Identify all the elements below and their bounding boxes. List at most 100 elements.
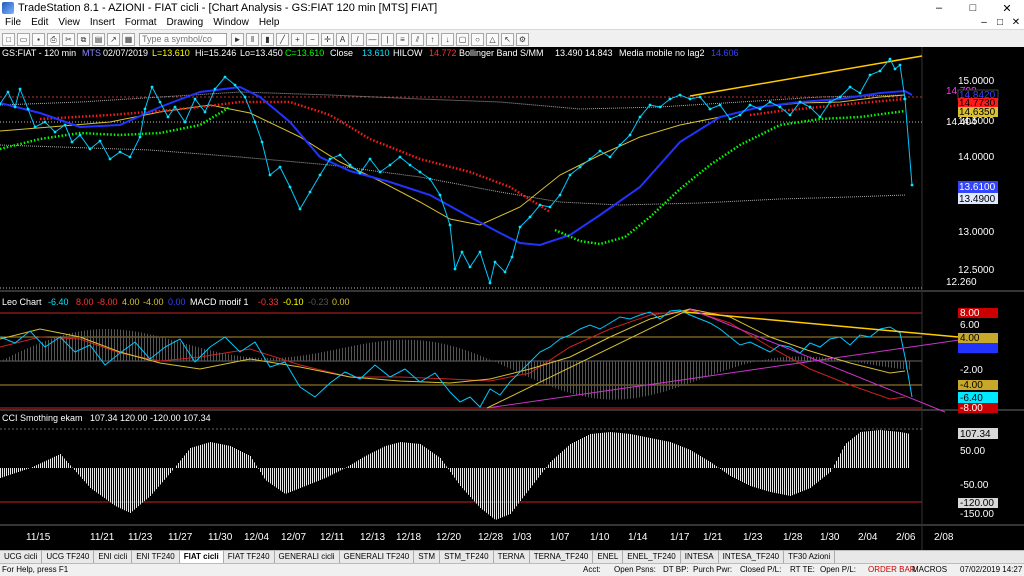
line-icon[interactable]: ╱ — [276, 32, 289, 46]
tab-tf30-azioni[interactable]: TF30 Azioni — [784, 551, 836, 563]
tab-enel[interactable]: ENEL — [593, 551, 624, 563]
cci-bar — [604, 432, 605, 468]
new-document-icon[interactable]: □ — [2, 32, 15, 46]
zoom-in-icon[interactable]: + — [291, 32, 304, 46]
chart-icon[interactable]: ↗ — [107, 32, 120, 46]
workspace-tabs: UCG cicli UCG TF240 ENI cicli ENI TF240 … — [0, 550, 1024, 563]
macd-bar — [456, 347, 457, 361]
status-order-bar[interactable]: ORDER BAR — [868, 564, 916, 576]
symbol-input[interactable] — [139, 32, 227, 46]
cci-bar — [252, 459, 253, 468]
macd-bar — [513, 361, 514, 371]
tab-stm[interactable]: STM — [414, 551, 441, 563]
cci-bar — [188, 450, 189, 468]
price-header-high: Hi=15.246 — [195, 48, 236, 58]
macd-bar — [384, 340, 385, 361]
channel-icon[interactable]: ⫽ — [411, 32, 424, 46]
price-dot — [268, 173, 272, 177]
maximize-button[interactable]: □ — [956, 0, 990, 16]
candles-icon[interactable]: ▮ — [261, 32, 274, 46]
pointer-icon[interactable]: ↖ — [501, 32, 514, 46]
rect-icon[interactable]: ▢ — [456, 32, 469, 46]
bars-icon[interactable]: ‖ — [246, 32, 259, 46]
cci-bar — [484, 468, 485, 512]
zoom-out-icon[interactable]: − — [306, 32, 319, 46]
cci-bar — [48, 459, 49, 468]
close-button[interactable]: ✕ — [990, 0, 1024, 16]
cci-bar — [752, 468, 753, 487]
go-icon[interactable]: ► — [231, 32, 244, 46]
tab-ucg-tf240[interactable]: UCG TF240 — [42, 551, 95, 563]
tab-terna[interactable]: TERNA — [494, 551, 530, 563]
tab-stm-tf240[interactable]: STM_TF240 — [440, 551, 494, 563]
tab-eni-tf240[interactable]: ENI TF240 — [132, 551, 180, 563]
copy-icon[interactable]: ⧉ — [77, 32, 90, 46]
cci-bar — [46, 460, 47, 468]
tab-fiat-cicli[interactable]: FIAT cicli — [179, 551, 224, 563]
macd-bar — [108, 329, 109, 361]
price-dot — [668, 97, 672, 101]
arrow-down-icon[interactable]: ↓ — [441, 32, 454, 46]
cci-bar — [194, 446, 195, 468]
save-icon[interactable]: ▪ — [32, 32, 45, 46]
cci-bar — [176, 465, 177, 468]
tab-generali-cicli[interactable]: GENERALI cicli — [275, 551, 340, 563]
price-header-mm-label: Media mobile no lag2 — [619, 48, 705, 58]
macd-bar — [33, 345, 34, 361]
menu-view[interactable]: View — [53, 17, 85, 28]
crosshair-icon[interactable]: ✛ — [321, 32, 334, 46]
print-icon[interactable]: ⎙ — [47, 32, 60, 46]
status-macros[interactable]: MACROS — [912, 564, 947, 576]
cci-bar — [64, 458, 65, 468]
cci-bar — [786, 468, 787, 496]
fib-icon[interactable]: ≡ — [396, 32, 409, 46]
macd-bar — [228, 354, 229, 361]
mdi-minimize-button[interactable]: – — [976, 16, 992, 30]
tab-fiat-tf240[interactable]: FIAT TF240 — [224, 551, 275, 563]
minimize-button[interactable]: – — [922, 0, 956, 16]
cut-icon[interactable]: ✂ — [62, 32, 75, 46]
price-dot — [438, 193, 442, 197]
hline-icon[interactable]: — — [366, 32, 379, 46]
grid-icon[interactable]: ▦ — [122, 32, 135, 46]
menu-drawing[interactable]: Drawing — [162, 17, 209, 28]
cci-bar — [720, 468, 721, 469]
vline-icon[interactable]: | — [381, 32, 394, 46]
menu-file[interactable]: File — [0, 17, 26, 28]
menu-window[interactable]: Window — [208, 17, 254, 28]
tab-intesa[interactable]: INTESA — [681, 551, 719, 563]
tab-ucg-cicli[interactable]: UCG cicli — [0, 551, 43, 563]
cci-bar — [638, 435, 639, 468]
mdi-maximize-button[interactable]: □ — [992, 16, 1008, 30]
settings-icon[interactable]: ⚙ — [516, 32, 529, 46]
tab-generali-tf240[interactable]: GENERALI TF240 — [340, 551, 415, 563]
tab-terna-tf240[interactable]: TERNA_TF240 — [530, 551, 594, 563]
triangle-icon[interactable]: △ — [486, 32, 499, 46]
cci-tag-m120: -120.00 — [960, 498, 994, 509]
cci-bar — [122, 468, 123, 510]
menu-format[interactable]: Format — [120, 17, 162, 28]
tab-intesa-tf240[interactable]: INTESA_TF240 — [719, 551, 785, 563]
text-icon[interactable]: A — [336, 32, 349, 46]
menu-help[interactable]: Help — [254, 17, 285, 28]
macd-bar — [876, 361, 877, 366]
menu-insert[interactable]: Insert — [85, 17, 120, 28]
cci-bar — [660, 440, 661, 468]
macd-bar — [618, 361, 619, 400]
cci-bar — [356, 461, 357, 468]
cci-bar — [726, 468, 727, 474]
open-folder-icon[interactable]: ▭ — [17, 32, 30, 46]
tab-enel-tf240[interactable]: ENEL_TF240 — [623, 551, 681, 563]
macd-bar — [318, 352, 319, 361]
cci-bar — [160, 468, 161, 485]
paste-icon[interactable]: ▤ — [92, 32, 105, 46]
ellipse-icon[interactable]: ○ — [471, 32, 484, 46]
menu-edit[interactable]: Edit — [26, 17, 53, 28]
tab-eni-cicli[interactable]: ENI cicli — [94, 551, 133, 563]
arrow-up-icon[interactable]: ↑ — [426, 32, 439, 46]
mdi-close-button[interactable]: ✕ — [1008, 16, 1024, 30]
trendline-icon[interactable]: / — [351, 32, 364, 46]
chart-window[interactable]: GS:FIAT - 120 min MTS 02/07/2019 L=13.61… — [0, 47, 1024, 550]
cci-bar — [640, 436, 641, 468]
cci-bar — [614, 432, 615, 468]
